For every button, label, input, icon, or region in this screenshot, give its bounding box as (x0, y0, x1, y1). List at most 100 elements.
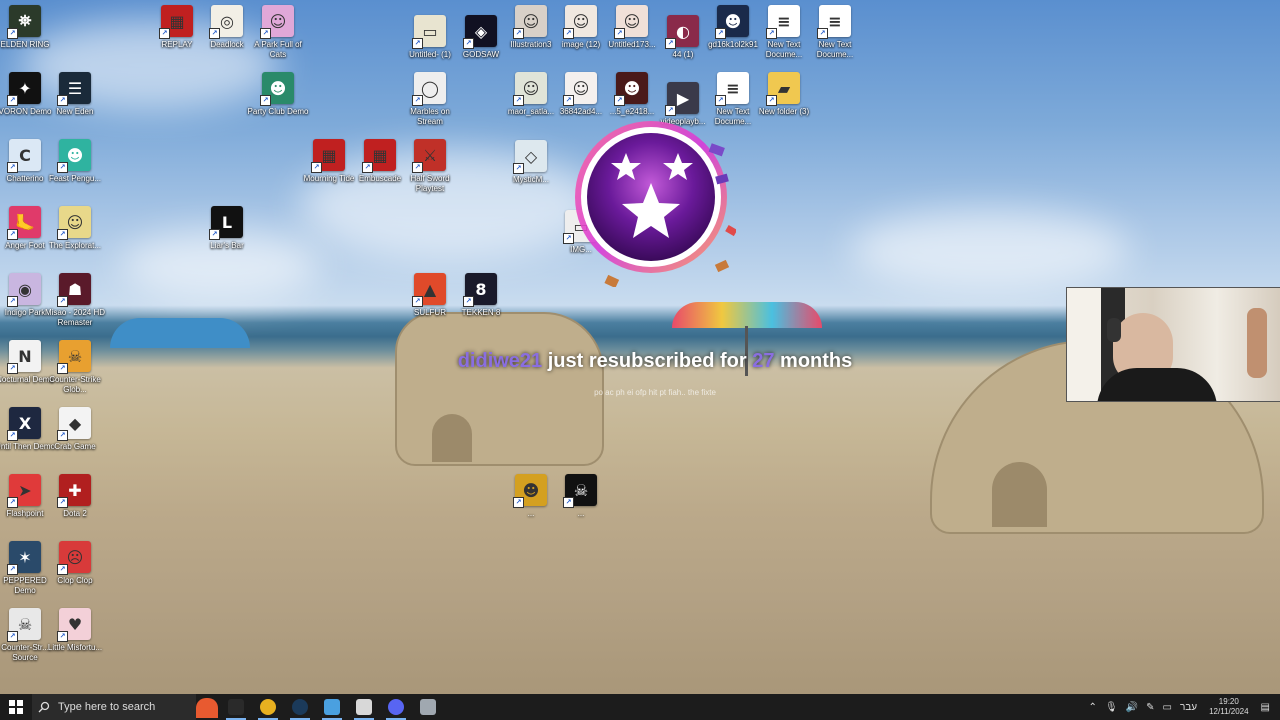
shortcut-arrow-icon: ↗ (7, 430, 18, 441)
shortcut-arrow-icon: ↗ (209, 28, 220, 39)
desktop-icon-label: Marbles on Stream (410, 107, 450, 126)
app-icon: L ↗ (209, 206, 243, 240)
app-icon-glyph: ☺ (623, 11, 641, 31)
shortcut-arrow-icon: ↗ (57, 95, 68, 106)
shortcut-arrow-icon: ↗ (715, 95, 726, 106)
desktop-icon[interactable]: ☺ ↗ The Explorat... (43, 206, 107, 251)
desktop-icon-label: Feast Pengu... (48, 174, 102, 183)
desktop-icon[interactable]: ☠ ↗... (549, 474, 613, 519)
app-icon: ◉ ↗ (7, 273, 41, 307)
app-icon: ☰ ↗ (57, 72, 91, 106)
taskbar-app-chrome[interactable] (252, 694, 284, 720)
app-icon: ☠ ↗ (7, 608, 41, 642)
desktop-icon[interactable]: ✚ ↗ Dota 2 (43, 474, 107, 519)
app-icon: ≡ ↗ (817, 5, 851, 39)
desktop-icon[interactable]: L ↗ Liar's Bar (195, 206, 259, 251)
network-icon[interactable]: ▭ (1162, 702, 1171, 713)
app-icon-glyph: ⚔ (422, 145, 438, 165)
desktop-icon-label: Clop Clop (57, 576, 93, 585)
guitar (1247, 308, 1267, 378)
desktop-icon[interactable]: ≡ ↗ New Text Docume... (803, 5, 867, 60)
desktop-icon[interactable]: ◯ ↗ Marbles on Stream (398, 72, 462, 127)
desktop-icon[interactable]: ☗ ↗ Misao - 2024 HD Remaster (43, 273, 107, 328)
shortcut-arrow-icon: ↗ (766, 95, 777, 106)
taskbar-app-discord[interactable] (380, 694, 412, 720)
shortcut-arrow-icon: ↗ (260, 28, 271, 39)
app-icon-glyph: C (19, 145, 31, 165)
desktop-icon[interactable]: ☻ ↗ Feast Pengu... (43, 139, 107, 184)
taskbar-search-box[interactable]: Type here to search (32, 694, 196, 720)
desktop-icon[interactable]: ☰ ↗ New Eden (43, 72, 107, 117)
shortcut-arrow-icon: ↗ (57, 162, 68, 173)
taskbar: Type here to search ⌃ 🎙 🔊 ✎ ▭ עבר 19:20 … (0, 694, 1280, 720)
wallpaper-cloud (850, 210, 1130, 290)
app-icon-glyph: ☠ (573, 480, 589, 500)
desktop-icon[interactable]: 8 ↗ TEKKEN 8 (449, 273, 513, 318)
desktop-icon-label: A Park Full of Cats (254, 40, 302, 59)
shortcut-arrow-icon: ↗ (563, 28, 574, 39)
app-icon: 🦶 ↗ (7, 206, 41, 240)
clock-date: 12/11/2024 (1209, 707, 1249, 716)
shortcut-arrow-icon: ↗ (463, 38, 474, 49)
desktop-icon[interactable]: ◇ ↗ MysticM... (499, 140, 563, 185)
shortcut-arrow-icon: ↗ (614, 28, 625, 39)
desktop-icon[interactable]: ⛯ ↗ ELDEN RING (0, 5, 57, 50)
shortcut-arrow-icon: ↗ (362, 162, 373, 173)
app-icon: ◇ ↗ (513, 140, 547, 174)
language-indicator[interactable]: עבר (1180, 702, 1197, 713)
volume-icon[interactable]: 🔊 (1126, 702, 1138, 713)
app-icon-glyph: ◉ (18, 279, 32, 299)
desktop-icon[interactable]: ☹ ↗ Clop Clop (43, 541, 107, 586)
app-icon-glyph: ☠ (17, 614, 33, 634)
shortcut-arrow-icon: ↗ (7, 162, 18, 173)
notifications-icon[interactable]: ▤ (1261, 702, 1270, 713)
desktop-icon-label: The Explorat... (48, 241, 102, 250)
taskbar-app-notes[interactable] (348, 694, 380, 720)
taskbar-app-steam[interactable] (284, 694, 316, 720)
shortcut-arrow-icon: ↗ (412, 38, 423, 49)
resub-alert-text: didiwe21 just resubscribed for 27 months (440, 350, 870, 373)
shortcut-arrow-icon: ↗ (159, 28, 170, 39)
desktop-icon-label: Untitled173... (608, 40, 656, 49)
shortcut-arrow-icon: ↗ (57, 631, 68, 642)
app-icon-glyph: ≡ (828, 11, 842, 31)
desktop-icon[interactable]: ☻ ↗ Party Club Demo (246, 72, 310, 117)
alert-username: didiwe21 (457, 350, 543, 372)
app-icon: ▦ ↗ (362, 139, 396, 173)
desktop-icon-label: Liar's Bar (210, 241, 244, 250)
app-icon-glyph: ☹ (66, 547, 84, 567)
desktop-icon-label: TEKKEN 8 (461, 308, 501, 317)
taskbar-app-app7[interactable] (412, 694, 444, 720)
app-icon-glyph: ≡ (726, 78, 740, 98)
taskbar-app-chatterino[interactable] (316, 694, 348, 720)
alert-text-before: just resubscribed for (542, 350, 753, 372)
desktop-icon[interactable]: ♥ ↗ Little Misfortu... (43, 608, 107, 653)
shortcut-arrow-icon: ↗ (57, 564, 68, 575)
desktop-wallpaper: ⛯ ↗ ELDEN RING ✦ ↗ VORON Demo ☰ ↗ New Eden C ↗ Chat… (0, 0, 1280, 694)
app-icon-glyph: ➤ (18, 480, 32, 500)
desktop-icon-label: Party Club Demo (247, 107, 309, 116)
start-button[interactable] (0, 694, 32, 720)
taskbar-app-obs[interactable] (220, 694, 252, 720)
desktop-icon[interactable]: ⚔ ↗ Half Sword Playtest (398, 139, 462, 194)
desktop-icon[interactable]: ▰ ↗ New folder (3) (752, 72, 816, 117)
app-icon: ☻ ↗ (513, 474, 547, 508)
search-icon (38, 701, 50, 713)
shortcut-arrow-icon: ↗ (57, 497, 68, 508)
app-icon-glyph: ✚ (68, 480, 82, 500)
app-icon-glyph: ▦ (372, 145, 388, 165)
desktop-icon[interactable]: ◆ ↗ Crab Game (43, 407, 107, 452)
shortcut-arrow-icon: ↗ (563, 497, 574, 508)
pen-icon[interactable]: ✎ (1146, 702, 1154, 713)
clock[interactable]: 19:20 12/11/2024 (1209, 697, 1248, 717)
beach-umbrella (110, 318, 250, 348)
desktop-icon[interactable]: ☺ ↗ A Park Full of Cats (246, 5, 310, 60)
desktop-icon[interactable]: ☠ ↗ Counter-Strike Glob... (43, 340, 107, 395)
shortcut-arrow-icon: ↗ (715, 28, 726, 39)
desktop-icon-label: MysticM... (513, 175, 549, 184)
desktop-icon-label: Little Misfortu... (47, 643, 103, 652)
desktop-icon-label: Deadlock (210, 40, 244, 49)
shortcut-arrow-icon: ↗ (57, 363, 68, 374)
microphone-icon[interactable]: 🎙 (1105, 702, 1118, 713)
chevron-up-icon[interactable]: ⌃ (1089, 702, 1097, 713)
